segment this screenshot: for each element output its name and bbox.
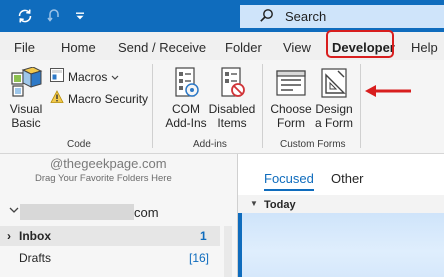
macro-security-button[interactable]: Macro Security — [50, 90, 148, 107]
group-divider — [360, 64, 361, 148]
group-divider — [152, 64, 153, 148]
warning-icon — [50, 90, 64, 107]
macros-button[interactable]: Macros — [50, 68, 119, 85]
design-form-button[interactable]: Design a Form — [313, 67, 355, 130]
sync-icon[interactable] — [14, 6, 36, 26]
com-addins-button[interactable]: COM Add-Ins — [164, 67, 208, 130]
search-icon — [259, 8, 274, 28]
account-domain[interactable]: com — [134, 205, 159, 220]
selection-indicator — [238, 213, 242, 277]
design-form-icon — [318, 68, 350, 102]
active-tab-underline — [264, 189, 314, 191]
tab-other[interactable]: Other — [331, 171, 364, 186]
customize-toolbar-icon[interactable] — [72, 6, 88, 26]
choose-form-label-1: Choose — [270, 102, 312, 116]
folder-pane-scrollbar[interactable] — [224, 226, 232, 277]
visual-basic-label-2: Basic — [11, 116, 41, 130]
choose-form-label-2: Form — [277, 116, 305, 130]
tab-help[interactable]: Help — [411, 40, 438, 55]
group-label-today: Today — [264, 199, 296, 211]
search-label: Search — [285, 9, 327, 24]
account-name-redacted — [20, 204, 134, 220]
folder-item-drafts[interactable]: Drafts — [19, 251, 51, 265]
group-divider — [262, 64, 263, 148]
choose-form-button[interactable]: Choose Form — [268, 67, 314, 130]
disabled-items-label-1: Disabled — [208, 102, 256, 116]
tab-view[interactable]: View — [283, 40, 311, 55]
group-label-addins: Add-ins — [193, 139, 227, 150]
visual-basic-icon — [9, 66, 43, 102]
item-count-drafts: [16] — [189, 251, 210, 265]
visual-basic-label-1: Visual — [9, 102, 43, 116]
com-addins-icon — [171, 67, 201, 102]
group-label-custom-forms: Custom Forms — [280, 139, 346, 150]
chevron-down-icon[interactable] — [9, 205, 19, 217]
design-form-label-2: a Form — [314, 116, 353, 130]
disabled-items-button[interactable]: Disabled Items — [208, 67, 256, 130]
macros-icon — [50, 68, 64, 85]
title-bar: Search — [0, 0, 444, 32]
annotation-arrow-icon — [365, 85, 411, 97]
macros-label: Macros — [68, 69, 108, 84]
folder-label-inbox: Inbox — [19, 229, 51, 243]
com-addins-label-2: Add-Ins — [165, 116, 207, 130]
choose-form-icon — [275, 70, 307, 102]
developer-tab-highlight — [326, 30, 394, 58]
visual-basic-button[interactable]: Visual Basic — [4, 66, 48, 130]
com-addins-label-1: COM — [172, 102, 200, 116]
search-box[interactable]: Search — [240, 5, 444, 28]
tab-focused[interactable]: Focused — [264, 171, 314, 186]
tab-file[interactable]: File — [14, 40, 35, 55]
disabled-items-label-2: Items — [217, 116, 247, 130]
group-label-code: Code — [67, 139, 91, 150]
message-item-selected[interactable] — [238, 213, 444, 277]
chevron-right-icon[interactable]: › — [7, 229, 11, 243]
collapse-triangle-icon[interactable]: ▼ — [250, 199, 258, 208]
favorites-drop-hint: Drag Your Favorite Folders Here — [35, 173, 172, 184]
tab-folder[interactable]: Folder — [225, 40, 262, 55]
macro-security-label: Macro Security — [68, 91, 149, 106]
tab-send-receive[interactable]: Send / Receive — [118, 40, 206, 55]
chevron-down-icon — [111, 70, 119, 84]
tab-home[interactable]: Home — [61, 40, 96, 55]
unread-count-inbox: 1 — [200, 229, 207, 243]
watermark-text: @thegeekpage.com — [50, 156, 167, 171]
ribbon-developer: Visual Basic Macros Macro Security COM A… — [0, 60, 444, 154]
undo-icon[interactable] — [44, 6, 64, 26]
design-form-label-1: Design — [315, 102, 353, 116]
disabled-items-icon — [217, 67, 247, 102]
